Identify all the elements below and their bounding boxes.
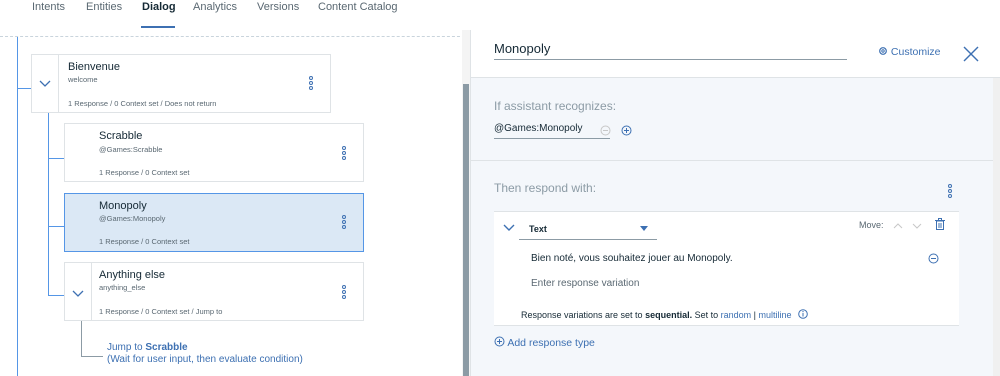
node-monopoly[interactable]: Monopoly @Games:Monopoly 1 Response / 0 … [64, 193, 364, 252]
info-icon[interactable] [798, 309, 808, 319]
multiline-link[interactable]: multiline [758, 310, 791, 320]
node-editor-panel: Monopoly Customize If assistant recogniz… [470, 30, 1000, 376]
node-title: Scrabble [99, 130, 143, 142]
caret-down-icon [640, 226, 648, 231]
node-anything-else[interactable]: Anything else anything_else 1 Response /… [64, 262, 364, 321]
tree-line-scrabble [48, 158, 64, 159]
tree-line-bienvenue [17, 88, 31, 89]
seq-set: Set to [692, 310, 721, 320]
jump-prefix: Jump to [107, 342, 146, 353]
node-title: Bienvenue [68, 61, 120, 73]
seq-prefix: Response variations are set to [521, 310, 646, 320]
node-title: Anything else [99, 269, 166, 281]
response-variation[interactable]: Bien noté, vous souhaitez jouer au Monop… [531, 253, 733, 264]
jump-line-h [81, 356, 103, 357]
add-response-type-button[interactable]: Add response type [494, 336, 595, 349]
node-scrabble[interactable]: Scrabble @Games:Scrabble 1 Response / 0 … [64, 123, 364, 182]
new-variation-input[interactable]: Enter response variation [531, 278, 639, 289]
node-condition: @Games:Scrabble [99, 145, 163, 154]
random-link[interactable]: random [721, 310, 752, 320]
node-meta: 1 Response / 0 Context set [99, 237, 190, 246]
panel-header: Monopoly Customize [471, 30, 1000, 78]
node-menu-icon[interactable] [308, 76, 314, 94]
close-icon[interactable] [962, 45, 980, 63]
node-menu-icon[interactable] [341, 285, 347, 303]
collapse-toggle[interactable] [65, 263, 92, 320]
trash-icon[interactable] [935, 218, 945, 230]
node-meta: 1 Response / 0 Context set / Does not re… [68, 99, 217, 108]
panel-scrollbar[interactable] [993, 78, 1000, 376]
add-condition-icon[interactable] [621, 125, 632, 136]
tab-entities[interactable]: Entities [86, 1, 122, 13]
jump-to-label[interactable]: Jump to Scrabble (Wait for user input, t… [107, 342, 303, 366]
node-meta: 1 Response / 0 Context set [99, 168, 190, 177]
move-up-icon[interactable] [893, 223, 903, 229]
node-title: Monopoly [99, 200, 147, 212]
remove-variation-icon[interactable] [928, 253, 939, 264]
tab-content-catalog[interactable]: Content Catalog [318, 1, 398, 13]
then-label: Then respond with: [494, 181, 597, 195]
node-name-input[interactable]: Monopoly [494, 38, 847, 60]
tree-line-monopoly [48, 226, 64, 227]
section-divider [471, 160, 993, 161]
jump-line [81, 320, 82, 356]
chevron-down-icon[interactable] [503, 224, 515, 232]
collapse-toggle[interactable] [32, 55, 59, 112]
add-response-label: Add response type [507, 337, 595, 349]
canvas-scrollbar-thumb[interactable] [463, 84, 469, 376]
gear-icon [879, 47, 887, 55]
response-menu-icon[interactable] [947, 184, 953, 202]
add-icon [494, 336, 505, 347]
response-type-select[interactable]: Text [519, 218, 657, 240]
sequence-note: Response variations are set to sequentia… [521, 309, 808, 320]
top-nav: Intents Entities Dialog Analytics Versio… [0, 0, 1000, 30]
condition-input[interactable]: @Games:Monopoly [494, 123, 583, 134]
jump-target: Scrabble [145, 342, 188, 353]
if-label: If assistant recognizes: [494, 99, 617, 113]
canvas-divider [0, 36, 470, 37]
node-condition: anything_else [99, 283, 146, 292]
customize-button[interactable]: Customize [878, 46, 941, 58]
move-label: Move: [859, 220, 884, 230]
jump-note: (Wait for user input, then evaluate cond… [107, 354, 303, 365]
node-menu-icon[interactable] [341, 146, 347, 164]
customize-label: Customize [890, 46, 941, 58]
node-menu-icon[interactable] [341, 215, 347, 233]
condition-underline [494, 138, 610, 139]
chevron-down-icon [72, 290, 84, 297]
node-condition: @Games:Monopoly [99, 214, 166, 223]
active-tab-indicator [141, 26, 175, 28]
seq-mode: sequential. [645, 310, 693, 320]
remove-condition-icon[interactable] [600, 125, 611, 136]
node-bienvenue[interactable]: Bienvenue welcome 1 Response / 0 Context… [31, 54, 331, 113]
tab-dialog[interactable]: Dialog [142, 1, 176, 13]
response-type-value: Text [529, 224, 547, 234]
node-condition: welcome [68, 75, 98, 84]
move-down-icon[interactable] [912, 223, 922, 229]
tab-intents[interactable]: Intents [32, 1, 65, 13]
tab-analytics[interactable]: Analytics [193, 1, 237, 13]
tree-line-children [48, 110, 49, 296]
tree-line-anything [48, 295, 64, 296]
node-meta: 1 Response / 0 Context set / Jump to [99, 307, 223, 316]
response-block: Text Move: Bien noté, vous souhaitez jou… [494, 211, 959, 326]
dialog-tree-canvas[interactable]: Bienvenue welcome 1 Response / 0 Context… [0, 30, 470, 376]
tab-versions[interactable]: Versions [257, 1, 299, 13]
chevron-down-icon [39, 80, 51, 87]
